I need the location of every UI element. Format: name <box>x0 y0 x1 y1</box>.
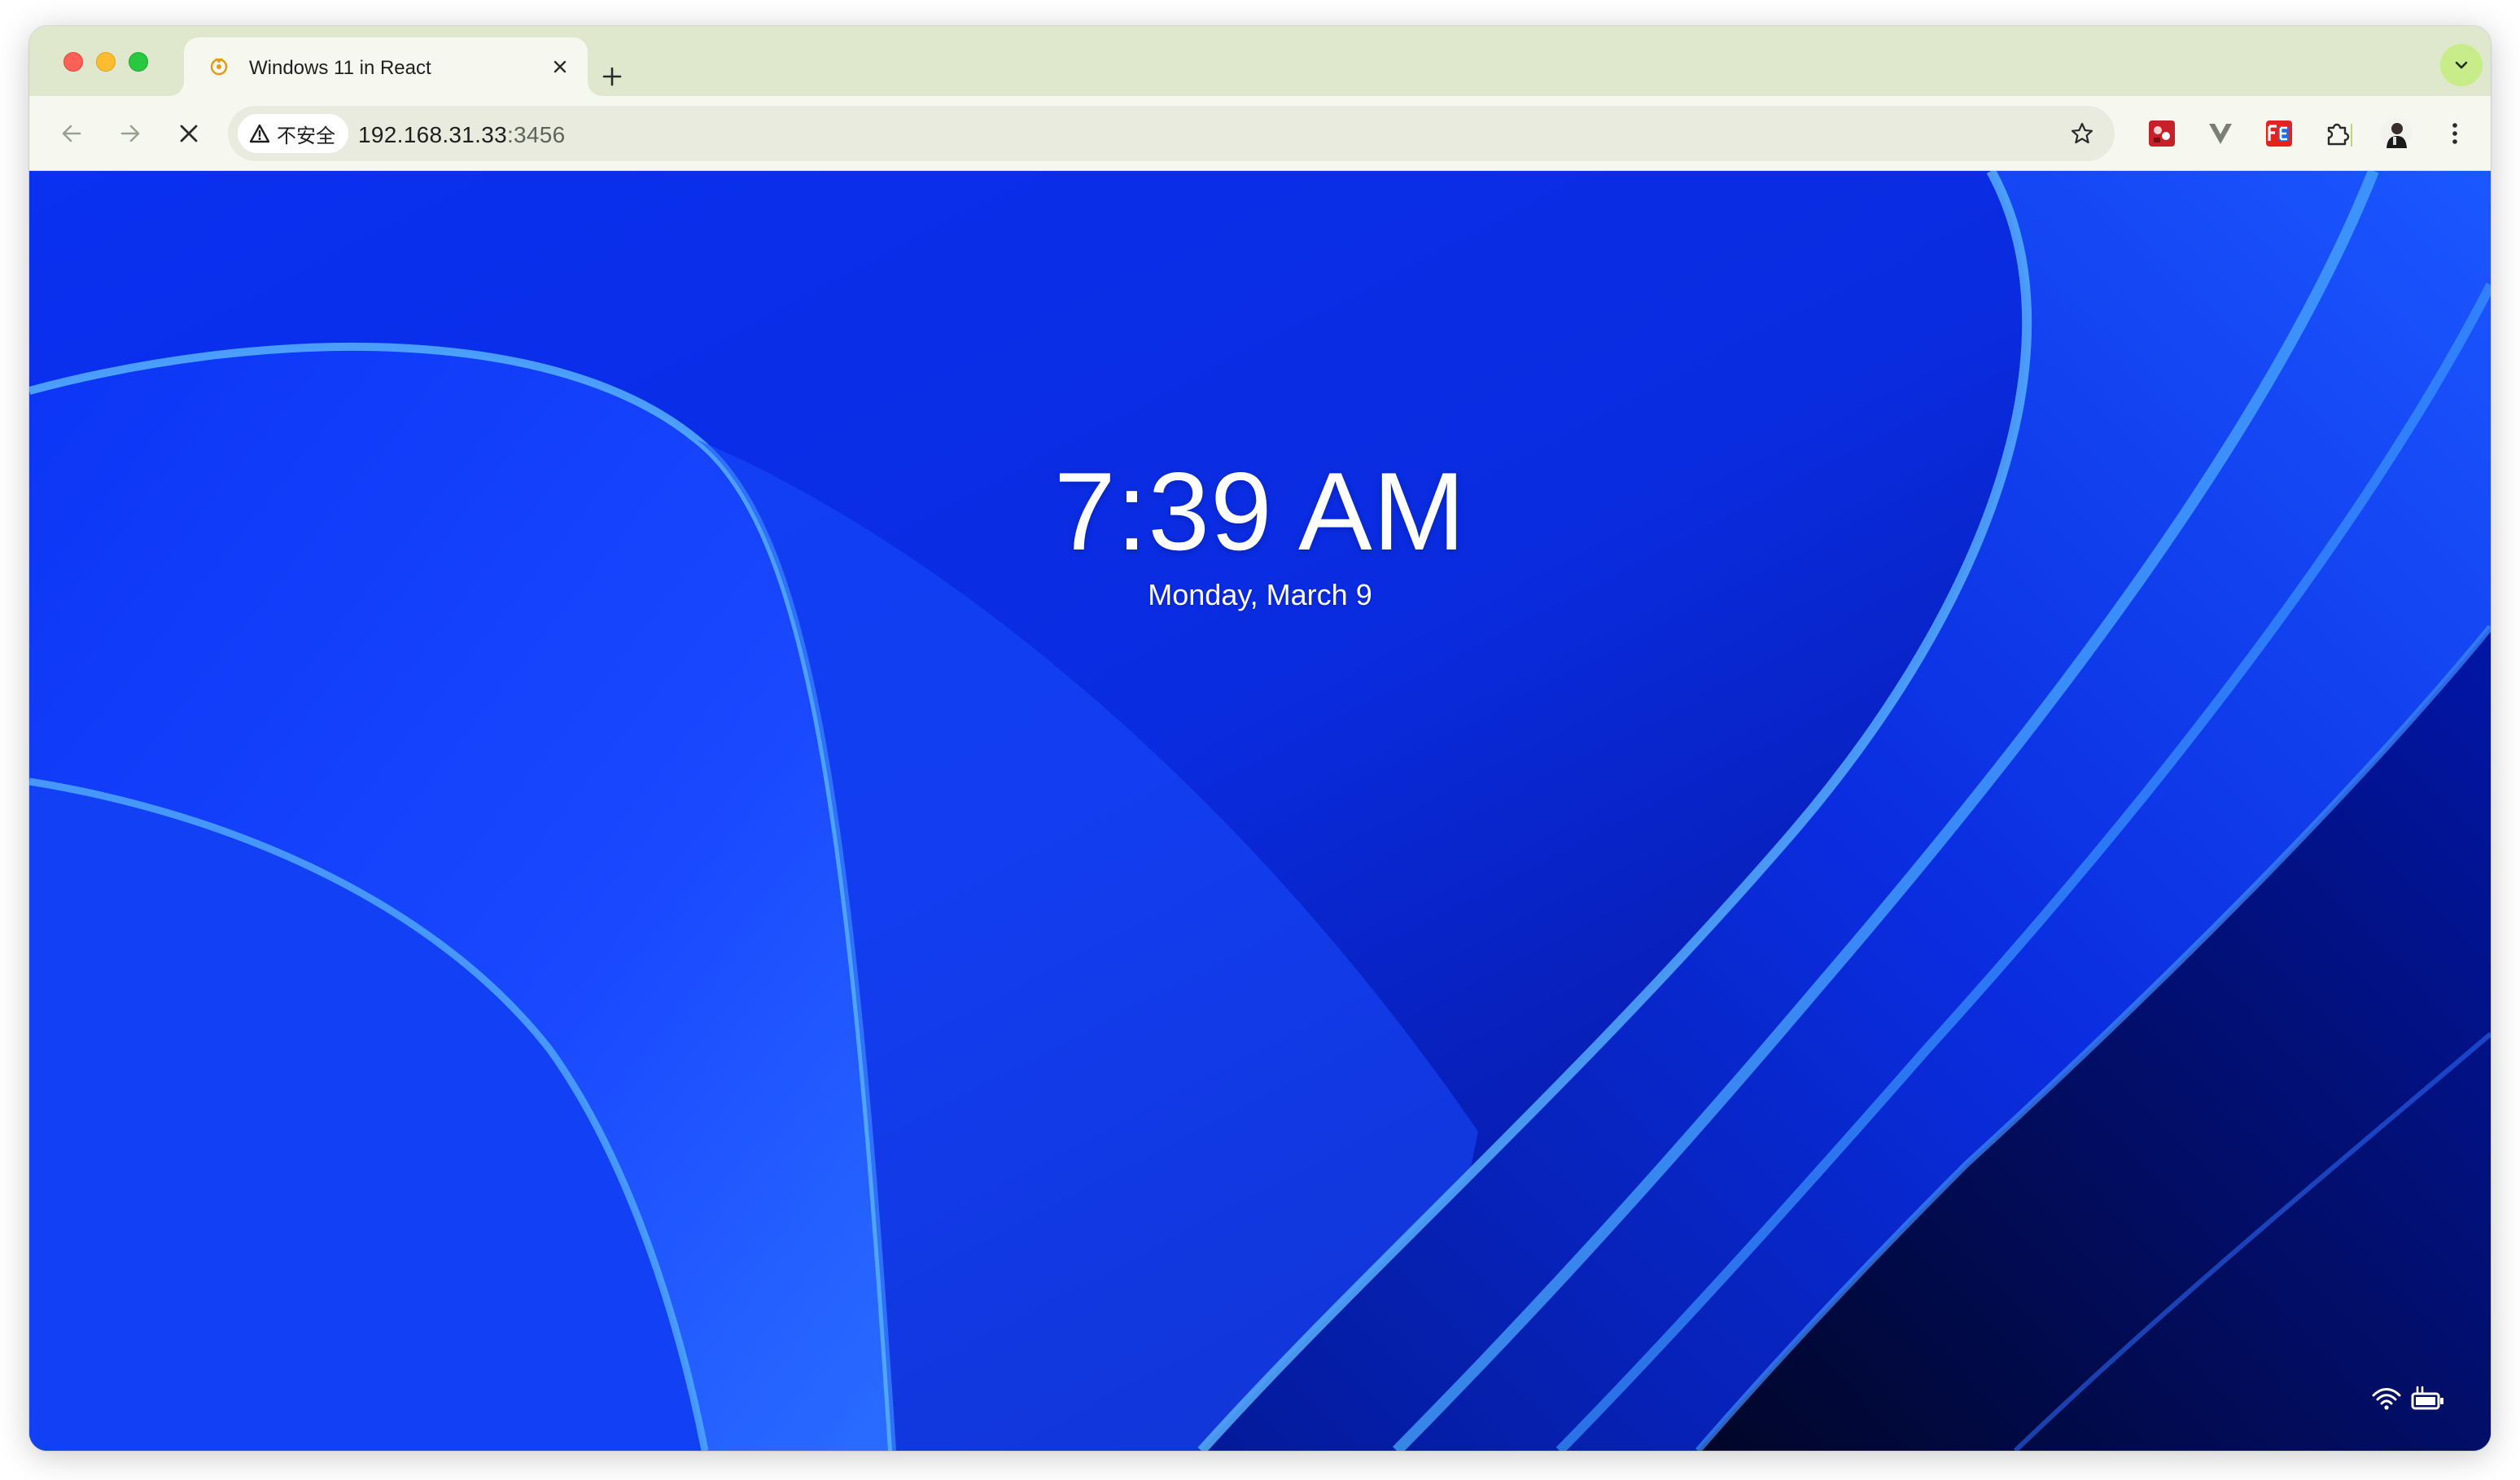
browser-toolbar: 不安全 192.168.31.33:3456 <box>29 96 2491 171</box>
security-label: 不安全 <box>277 125 335 147</box>
minimize-window-button[interactable] <box>96 52 116 72</box>
react-favicon-icon <box>210 58 228 76</box>
tab-title: Windows 11 in React <box>249 57 431 79</box>
warning-triangle-icon <box>249 124 270 143</box>
url-text[interactable]: 192.168.31.33:3456 <box>358 122 566 148</box>
zoom-window-button[interactable] <box>129 52 148 72</box>
close-window-button[interactable] <box>63 52 83 72</box>
arrow-left-icon <box>62 125 81 142</box>
tab-close-button[interactable] <box>547 54 573 80</box>
toolbar-divider <box>2351 124 2352 147</box>
forward-button[interactable] <box>107 111 153 156</box>
extensions-puzzle-icon <box>2327 123 2350 146</box>
url-port: :3456 <box>506 122 566 147</box>
fe-extension-icon <box>2266 120 2292 147</box>
fe-extension-button[interactable] <box>2260 114 2299 153</box>
wifi-icon[interactable] <box>2370 1384 2403 1413</box>
security-indicator[interactable]: 不安全 <box>238 114 348 153</box>
close-icon <box>553 60 567 73</box>
lock-screen-date: Monday, March 9 <box>1148 578 1372 611</box>
chevron-down-icon <box>2455 61 2468 69</box>
url-host: 192.168.31.33 <box>358 122 507 147</box>
close-icon <box>180 125 198 142</box>
more-vertical-icon <box>2452 123 2457 144</box>
avatar <box>2381 118 2412 149</box>
puzzle-game-extension-button[interactable] <box>2142 114 2181 153</box>
arrow-right-icon <box>120 125 140 142</box>
v-extension-icon <box>2209 124 2232 144</box>
plus-icon <box>602 67 622 86</box>
lock-screen-time: 7:39 AM <box>1054 449 1466 573</box>
stop-loading-button[interactable] <box>166 111 212 156</box>
browser-window: Windows 11 in React 不安全 192.168.31.33:34… <box>29 26 2491 1451</box>
bookmark-button[interactable] <box>2063 114 2102 153</box>
address-bar[interactable]: 不安全 192.168.31.33:3456 <box>228 106 2115 161</box>
profile-button[interactable] <box>2377 114 2416 153</box>
back-button[interactable] <box>49 111 94 156</box>
battery-icon[interactable] <box>2409 1386 2445 1413</box>
tab-search-button[interactable] <box>2440 44 2483 86</box>
v-extension-button[interactable] <box>2201 114 2240 153</box>
puzzle-game-extension-icon <box>2149 120 2175 147</box>
tab-windows-11-in-react[interactable]: Windows 11 in React <box>184 37 588 96</box>
page-viewport[interactable]: 7:39 AM Monday, March 9 <box>29 171 2491 1451</box>
bloom-wallpaper <box>29 171 2491 1451</box>
tab-strip: Windows 11 in React <box>29 26 2491 96</box>
star-icon <box>2071 122 2093 144</box>
browser-menu-button[interactable] <box>2435 114 2474 153</box>
new-tab-button[interactable] <box>594 59 630 94</box>
